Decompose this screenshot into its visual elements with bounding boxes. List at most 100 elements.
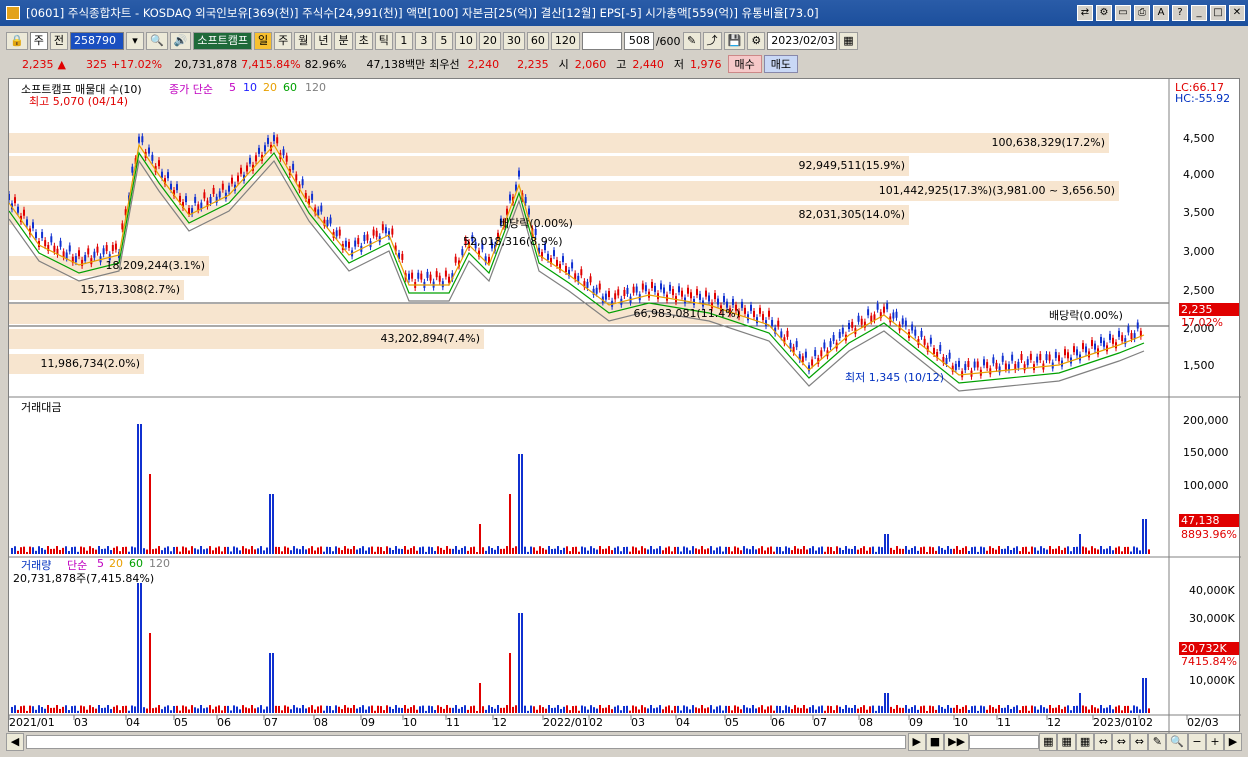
settings-icon[interactable]: ⚙ — [1096, 5, 1112, 21]
scroll-left-icon[interactable]: ◀ — [6, 733, 24, 751]
interval-60[interactable]: 60 — [526, 32, 549, 50]
fast-forward-icon[interactable]: ▶▶ — [944, 733, 970, 751]
code-input[interactable]: 258790 — [69, 32, 124, 50]
period-minute[interactable]: 분 — [334, 32, 353, 50]
amount-bar — [1079, 534, 1081, 554]
candle — [904, 320, 907, 327]
interval-30[interactable]: 30 — [502, 32, 525, 50]
tool-icon[interactable]: ✎ — [682, 32, 701, 50]
period-month[interactable]: 월 — [294, 32, 313, 50]
window-icon[interactable]: ▭ — [1115, 5, 1131, 21]
amount-bar — [974, 546, 976, 554]
volume-bar — [68, 710, 70, 713]
amount-bar — [521, 454, 523, 554]
volume-bar — [830, 706, 832, 713]
volume-bar — [125, 705, 127, 713]
volume-bar — [458, 708, 460, 713]
interval-1[interactable]: 1 — [394, 32, 413, 50]
amount-bar — [212, 550, 214, 554]
period-day[interactable]: 일 — [253, 32, 273, 50]
candle — [44, 240, 47, 247]
arrows-icon[interactable]: ⇔ — [1094, 733, 1113, 751]
volume-bar — [866, 709, 868, 713]
mode-select[interactable]: 주 — [29, 32, 48, 50]
interval-5[interactable]: 5 — [434, 32, 453, 50]
interval-120[interactable]: 120 — [550, 32, 580, 50]
grid2-icon[interactable]: ▦ — [1057, 733, 1076, 751]
play-icon[interactable]: ▶ — [907, 733, 926, 751]
gear-icon[interactable]: ⚙ — [747, 32, 766, 50]
volume-bar — [80, 705, 82, 713]
zoom-icon[interactable]: 🔍 — [1166, 733, 1188, 751]
custom-interval-input[interactable] — [581, 32, 622, 50]
amount-bar — [1070, 551, 1072, 554]
dropdown-icon[interactable]: ▾ — [125, 32, 144, 50]
chart-area[interactable]: 소프트캠프 매물대 수(10) 종가 단순 5 10 20 60 120 LC:… — [8, 78, 1241, 733]
sell-button[interactable]: 매도 — [763, 55, 798, 73]
amount-bar — [1007, 546, 1009, 554]
amount-bar — [179, 551, 181, 554]
plus-icon[interactable]: + — [1206, 733, 1224, 751]
amount-bar — [581, 546, 583, 554]
volume-bar — [1076, 705, 1078, 713]
candle — [158, 160, 160, 167]
zoom-slider[interactable] — [969, 735, 1040, 749]
period-week[interactable]: 주 — [274, 32, 293, 50]
buy-button[interactable]: 매수 — [727, 55, 762, 73]
candle — [237, 175, 239, 182]
arrows3-icon[interactable]: ⇔ — [1130, 733, 1149, 751]
period-tick[interactable]: 틱 — [374, 32, 393, 50]
volume-bar — [356, 708, 358, 713]
minimize-button[interactable]: _ — [1191, 5, 1207, 21]
candle — [832, 335, 835, 342]
stock-name[interactable]: 소프트캠프 — [193, 32, 252, 50]
speaker-icon[interactable]: 🔊 — [169, 32, 192, 50]
interval-3[interactable]: 3 — [414, 32, 433, 50]
link-icon[interactable]: ⇄ — [1077, 5, 1093, 21]
amount-bar — [443, 549, 445, 554]
volume-bar — [848, 707, 850, 713]
close-button[interactable]: ✕ — [1229, 5, 1245, 21]
lock-icon[interactable]: 🔒 — [6, 32, 28, 50]
volume-y-tick: 30,000K — [1189, 612, 1235, 625]
calendar-icon[interactable]: ▦ — [839, 32, 858, 50]
amount-bar — [1133, 546, 1135, 554]
grid3-icon[interactable]: ▦ — [1075, 733, 1095, 751]
save-icon[interactable]: 💾 — [723, 32, 746, 50]
scroll-right-icon[interactable]: ▶ — [1224, 733, 1242, 751]
x-tick-label: 03 — [74, 716, 88, 729]
amount-bar — [854, 546, 856, 554]
search-icon[interactable]: 🔍 — [145, 32, 168, 50]
scroll-track[interactable] — [26, 735, 906, 749]
candle — [65, 252, 68, 259]
help-icon[interactable]: ? — [1172, 5, 1188, 21]
interval-10[interactable]: 10 — [454, 32, 477, 50]
bottom-scrollbar[interactable]: ◀ ▶ ■ ▶▶ ▦ ▦ ▦ ⇔ ⇔ ⇔ ✎ 🔍 − + ▶ — [0, 732, 1248, 752]
minus-icon[interactable]: − — [1188, 733, 1206, 751]
stop-icon[interactable]: ■ — [925, 733, 945, 751]
candle — [170, 183, 172, 190]
candle — [366, 234, 369, 241]
font-icon[interactable]: A — [1153, 5, 1169, 21]
count-input[interactable]: 508 — [623, 32, 654, 50]
date-input[interactable]: 2023/02/03 — [767, 32, 838, 50]
period-second[interactable]: 초 — [354, 32, 373, 50]
amount-y-tick: 100,000 — [1183, 479, 1229, 492]
grid-icon[interactable]: ▦ — [1039, 733, 1058, 751]
amount-bar — [131, 546, 133, 554]
amount-bar — [140, 424, 142, 554]
print-icon[interactable]: ⎙ — [1134, 5, 1150, 21]
candle — [200, 202, 203, 209]
volume-bar — [515, 705, 517, 713]
amount-bar — [989, 546, 991, 554]
period-year[interactable]: 년 — [314, 32, 333, 50]
interval-20[interactable]: 20 — [478, 32, 501, 50]
chart-tool-icon[interactable]: ⤴ — [702, 32, 722, 50]
volume-bar — [1088, 709, 1090, 713]
arrows2-icon[interactable]: ⇔ — [1112, 733, 1131, 751]
volume-bar — [566, 705, 568, 713]
prev-button[interactable]: 전 — [49, 32, 68, 50]
maximize-button[interactable]: □ — [1210, 5, 1226, 21]
open-price: 2,060 — [574, 57, 607, 71]
pen-icon[interactable]: ✎ — [1148, 733, 1167, 751]
